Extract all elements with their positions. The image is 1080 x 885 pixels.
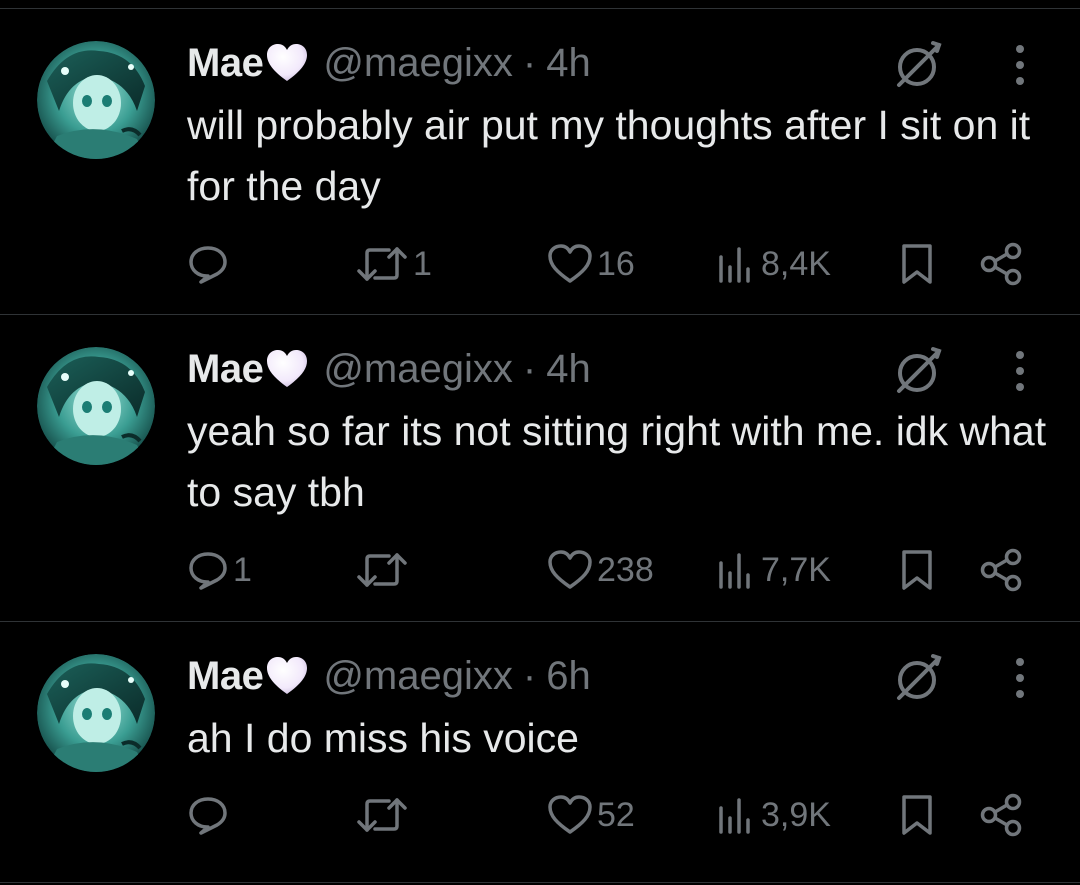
like-count: 238 bbox=[597, 550, 654, 589]
author-handle[interactable]: @maegixx bbox=[323, 654, 513, 699]
like-button[interactable]: 16 bbox=[547, 241, 635, 287]
white-heart-icon bbox=[265, 349, 309, 389]
reply-icon bbox=[189, 246, 227, 284]
bookmark-button[interactable] bbox=[899, 241, 935, 287]
tweet-text: yeah so far its not sitting right with m… bbox=[187, 408, 1047, 515]
timestamp[interactable]: 4h bbox=[546, 41, 591, 86]
grok-icon[interactable] bbox=[893, 652, 945, 704]
tweet-actions: 1 238 7,7K bbox=[187, 547, 1037, 593]
retweet-button[interactable]: 1 bbox=[355, 241, 432, 287]
tweet[interactable]: Mae @maegixx · 6h ah I do miss his voice bbox=[0, 621, 1080, 883]
bookmark-button[interactable] bbox=[899, 547, 935, 593]
timeline: Mae @maegixx · 4h will probably air put … bbox=[0, 0, 1080, 885]
author-name[interactable]: Mae bbox=[187, 41, 264, 86]
tweet[interactable]: Mae @maegixx · 4h will probably air put … bbox=[0, 8, 1080, 314]
views-count: 7,7K bbox=[761, 550, 831, 589]
more-dots-icon[interactable] bbox=[1002, 345, 1038, 397]
share-icon bbox=[980, 548, 1022, 592]
retweet-count: 1 bbox=[413, 244, 432, 283]
tweet-text: ah I do miss his voice bbox=[187, 715, 579, 761]
author-name[interactable]: Mae bbox=[187, 347, 264, 392]
share-button[interactable] bbox=[979, 241, 1025, 287]
separator-dot: · bbox=[522, 40, 537, 85]
share-icon bbox=[980, 793, 1022, 837]
like-heart-icon bbox=[548, 795, 592, 834]
timestamp[interactable]: 6h bbox=[546, 654, 591, 699]
white-heart-icon bbox=[265, 656, 309, 696]
reply-icon bbox=[189, 552, 227, 590]
bookmark-icon bbox=[902, 550, 932, 590]
reply-button[interactable]: 1 bbox=[187, 547, 252, 593]
avatar[interactable] bbox=[37, 654, 155, 772]
retweet-icon bbox=[357, 553, 407, 587]
views-button[interactable]: 8,4K bbox=[715, 241, 831, 287]
views-button[interactable]: 7,7K bbox=[715, 547, 831, 593]
reply-button[interactable] bbox=[187, 241, 233, 287]
retweet-icon bbox=[357, 247, 407, 281]
views-count: 3,9K bbox=[761, 795, 831, 834]
views-count: 8,4K bbox=[761, 244, 831, 283]
white-heart-icon bbox=[265, 43, 309, 83]
author-handle[interactable]: @maegixx bbox=[323, 41, 513, 86]
tweet-header: Mae @maegixx · 6h bbox=[187, 650, 591, 702]
retweet-button[interactable] bbox=[355, 792, 413, 838]
timestamp[interactable]: 4h bbox=[546, 347, 591, 392]
author-handle[interactable]: @maegixx bbox=[323, 347, 513, 392]
retweet-button[interactable] bbox=[355, 547, 413, 593]
share-icon bbox=[980, 242, 1022, 286]
reply-icon bbox=[189, 797, 227, 835]
bookmark-icon bbox=[902, 244, 932, 284]
tweet-text: will probably air put my thoughts after … bbox=[187, 102, 1031, 209]
reply-button[interactable] bbox=[187, 792, 233, 838]
like-button[interactable]: 52 bbox=[547, 792, 635, 838]
bookmark-button[interactable] bbox=[899, 792, 935, 838]
like-count: 52 bbox=[597, 795, 635, 834]
avatar[interactable] bbox=[37, 347, 155, 465]
like-button[interactable]: 238 bbox=[547, 547, 654, 593]
views-chart-icon bbox=[719, 247, 750, 283]
tweet-actions: 52 3,9K bbox=[187, 792, 1037, 838]
like-heart-icon bbox=[548, 550, 592, 589]
more-dots-icon[interactable] bbox=[1002, 652, 1038, 704]
share-button[interactable] bbox=[979, 792, 1025, 838]
bookmark-icon bbox=[902, 795, 932, 835]
tweet-header: Mae @maegixx · 4h bbox=[187, 343, 591, 395]
views-chart-icon bbox=[719, 553, 750, 589]
views-chart-icon bbox=[719, 798, 750, 834]
tweet-header: Mae @maegixx · 4h bbox=[187, 37, 591, 89]
like-heart-icon bbox=[548, 244, 592, 283]
tweet[interactable]: Mae @maegixx · 4h yeah so far its not si… bbox=[0, 314, 1080, 620]
retweet-icon bbox=[357, 798, 407, 832]
separator-dot: · bbox=[522, 346, 537, 391]
views-button[interactable]: 3,9K bbox=[715, 792, 831, 838]
avatar[interactable] bbox=[37, 41, 155, 159]
tweet-actions: 1 16 8,4K bbox=[187, 241, 1037, 287]
more-dots-icon[interactable] bbox=[1002, 39, 1038, 91]
grok-icon[interactable] bbox=[893, 39, 945, 91]
share-button[interactable] bbox=[979, 547, 1025, 593]
like-count: 16 bbox=[597, 244, 635, 283]
separator-dot: · bbox=[522, 653, 537, 698]
reply-count: 1 bbox=[233, 550, 252, 589]
grok-icon[interactable] bbox=[893, 345, 945, 397]
author-name[interactable]: Mae bbox=[187, 654, 264, 699]
